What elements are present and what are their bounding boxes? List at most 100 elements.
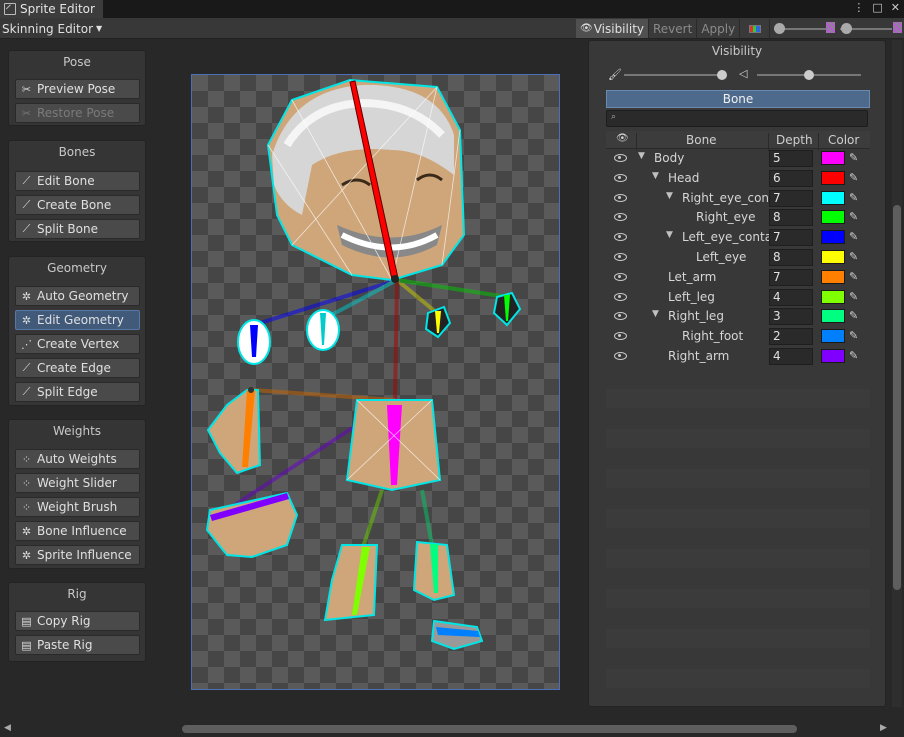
eye-icon[interactable] [614,272,627,281]
bone-row[interactable]: Left_eye 8 ✎ [606,248,870,268]
eyedropper-icon[interactable]: ✎ [849,191,858,204]
left-pupil-sprite[interactable] [492,291,522,327]
visibility-button[interactable]: 👁 Visibility [576,19,649,38]
sprite-editor-tab[interactable]: Sprite Editor [0,0,103,18]
right-arm-sprite[interactable] [205,491,299,559]
foldout-arrow-icon[interactable]: ▼ [652,171,659,181]
bone-depth-field[interactable]: 3 [769,308,813,326]
eyedropper-icon[interactable]: ✎ [849,230,858,243]
bone-color-swatch[interactable] [821,230,845,245]
eye-icon[interactable] [614,312,627,321]
alpha-slider[interactable] [772,18,832,39]
edit-bone-button[interactable]: ⟋ Edit Bone [15,171,140,191]
bone-depth-field[interactable]: 5 [769,150,813,167]
left-eye-sprite[interactable] [306,309,340,351]
vertical-scroll-thumb[interactable] [893,205,901,590]
bone-color-swatch[interactable] [821,151,845,165]
depth-column-header[interactable]: Depth [776,133,813,147]
bone-row[interactable]: ▼ Right_leg 3 ✎ [606,307,870,327]
alpha-slider-handle[interactable] [774,23,785,34]
bone-row[interactable]: Right_arm 4 ✎ [606,347,870,367]
bone-color-swatch[interactable] [821,309,845,324]
bone-depth-field[interactable]: 7 [769,189,813,207]
horizontal-scroll-thumb[interactable] [182,725,797,733]
eye-icon[interactable] [614,193,627,202]
bone-row[interactable]: ▼ Body 5 ✎ [606,149,870,169]
eyedropper-icon[interactable]: ✎ [849,270,858,283]
foldout-arrow-icon[interactable]: ▼ [666,191,673,201]
zoom-slider[interactable] [838,18,894,39]
bone-row[interactable]: Let_arm 7 ✎ [606,268,870,288]
bone-row[interactable]: Right_eye 8 ✎ [606,208,870,228]
bone-row[interactable]: ▼ Right_eye_cont 7 ✎ [606,189,870,209]
bone-row[interactable]: ▼ Left_eye_conta 7 ✎ [606,228,870,248]
bone-depth-field[interactable]: 8 [769,248,813,266]
maximize-icon[interactable]: □ [872,1,882,14]
create-vertex-button[interactable]: ⋰ Create Vertex [15,334,140,354]
eyedropper-icon[interactable]: ✎ [849,290,858,303]
bone-color-swatch[interactable] [821,170,845,185]
right-eye-sprite[interactable] [237,319,271,365]
bone-depth-field[interactable]: 4 [769,347,813,365]
bone-depth-field[interactable]: 2 [769,328,813,346]
bone-tab[interactable]: Bone [606,90,870,108]
bone-color-swatch[interactable] [821,249,845,264]
auto-weights-button[interactable]: ⁘ Auto Weights [15,449,140,469]
eye-icon[interactable] [614,292,627,301]
create-edge-button[interactable]: ⟋ Create Edge [15,358,140,378]
eyedropper-icon[interactable]: ✎ [849,349,858,362]
restore-pose-button[interactable]: ✂ Restore Pose [15,103,140,123]
foldout-arrow-icon[interactable]: ▼ [666,230,673,240]
bone-column-header[interactable]: Bone [686,133,717,147]
horizontal-scrollbar[interactable]: ◀ ▶ [0,722,904,736]
color-channels-button[interactable] [740,19,771,38]
bone-color-swatch[interactable] [821,210,845,225]
eye-header-icon[interactable]: 👁 [616,133,629,144]
kebab-icon[interactable]: ⋮ [853,1,864,14]
eye-icon[interactable] [614,154,627,162]
foldout-arrow-icon[interactable]: ▼ [652,309,659,319]
weight-brush-button[interactable]: ⁘ Weight Brush [15,497,140,517]
bone-color-swatch[interactable] [821,348,845,363]
auto-geometry-button[interactable]: ✲ Auto Geometry [15,286,140,306]
eye-icon[interactable] [614,332,627,341]
close-icon[interactable]: ✕ [891,1,900,14]
weight-slider-button[interactable]: ⁘ Weight Slider [15,473,140,493]
left-leg-sprite[interactable] [323,544,379,622]
bone-color-swatch[interactable] [821,190,845,205]
sprite-skeleton-view[interactable] [192,75,559,689]
mesh-opacity-handle[interactable] [804,70,814,80]
bone-depth-field[interactable]: 7 [769,268,813,286]
bone-depth-field[interactable]: 6 [769,169,813,187]
bone-color-swatch[interactable] [821,329,845,344]
body-sprite[interactable] [345,399,442,492]
zoom-slider-handle[interactable] [841,23,852,34]
vertical-scrollbar[interactable] [892,40,902,707]
bone-search-input[interactable]: ⌕ [606,110,868,127]
color-column-header[interactable]: Color [828,133,859,147]
paste-rig-button[interactable]: ▤ Paste Rig [15,635,140,655]
sprite-canvas[interactable] [191,74,560,690]
eyedropper-icon[interactable]: ✎ [849,210,858,223]
bone-depth-field[interactable]: 4 [769,288,813,306]
revert-button[interactable]: Revert [649,19,698,38]
bone-color-swatch[interactable] [821,289,845,304]
eyedropper-icon[interactable]: ✎ [849,151,858,164]
right-pupil-sprite[interactable] [424,305,452,339]
right-leg-sprite[interactable] [412,540,456,602]
preview-pose-button[interactable]: ✂ Preview Pose [15,79,140,99]
eye-icon[interactable] [614,173,627,182]
bone-color-swatch[interactable] [821,269,845,284]
bone-depth-field[interactable]: 7 [769,229,813,247]
scroll-right-icon[interactable]: ▶ [880,723,887,733]
foldout-arrow-icon[interactable]: ▼ [638,151,645,161]
right-foot-sprite[interactable] [430,619,484,651]
bone-row[interactable]: Left_leg 4 ✎ [606,288,870,308]
bone-opacity-slider[interactable] [624,65,729,83]
create-bone-button[interactable]: ⟋ Create Bone [15,195,140,215]
head-sprite[interactable] [266,78,466,283]
eye-icon[interactable] [614,252,627,261]
apply-button[interactable]: Apply [697,19,741,38]
eyedropper-icon[interactable]: ✎ [849,250,858,263]
bone-row[interactable]: ▼ Head 6 ✎ [606,169,870,189]
